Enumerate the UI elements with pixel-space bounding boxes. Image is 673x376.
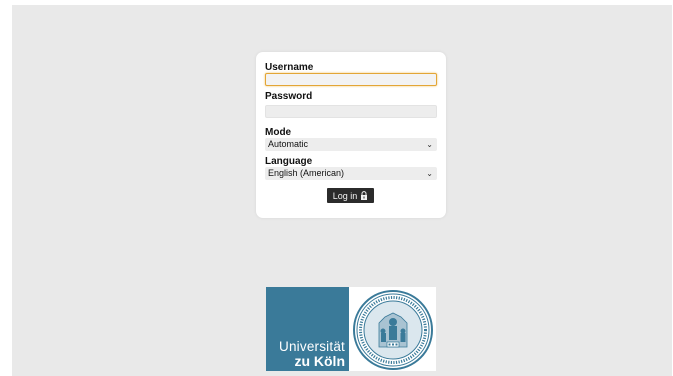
language-select-value: English (American) xyxy=(268,168,345,178)
chevron-down-icon: ⌄ xyxy=(426,140,433,149)
password-input[interactable] xyxy=(265,105,437,118)
username-label: Username xyxy=(265,62,314,73)
university-logo: Universität zu Köln xyxy=(266,287,436,371)
mode-select[interactable]: Automatic ⌄ xyxy=(265,138,437,151)
username-input[interactable] xyxy=(265,73,437,86)
logo-panel: Universität zu Köln xyxy=(266,287,349,371)
university-seal-icon xyxy=(353,290,433,370)
logo-text-line2: zu Köln xyxy=(294,353,345,369)
login-form: Username Password Mode Automatic ⌄ Langu… xyxy=(256,52,446,218)
logo-text-line1: Universität xyxy=(279,339,345,354)
mode-select-value: Automatic xyxy=(268,139,309,149)
login-button[interactable]: Log in xyxy=(327,188,374,203)
password-label: Password xyxy=(265,91,313,102)
lock-icon xyxy=(361,191,368,200)
mode-label: Mode xyxy=(265,127,292,138)
language-select[interactable]: English (American) ⌄ xyxy=(265,167,437,180)
chevron-down-icon: ⌄ xyxy=(426,169,433,178)
login-button-label: Log in xyxy=(332,190,358,201)
language-label: Language xyxy=(265,156,313,167)
